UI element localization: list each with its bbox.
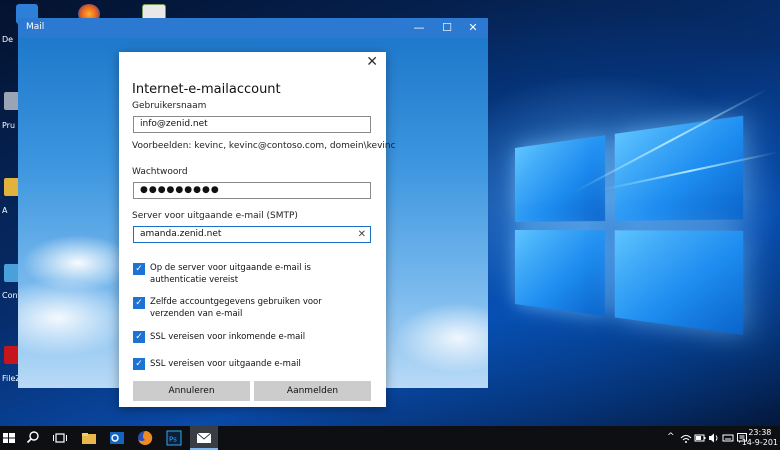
smtp-value: amanda.zenid.net — [140, 229, 222, 239]
dialog-close-button[interactable]: ✕ — [366, 55, 378, 69]
password-field[interactable]: ●●●●●●●●● — [133, 182, 371, 199]
mail-envelope-icon — [196, 432, 212, 443]
maximize-button[interactable]: ☐ — [436, 20, 458, 36]
tray-chevron-icon[interactable]: ^ — [667, 432, 675, 442]
checkbox-same-credentials-label: Zelfde accountgegevens gebruiken voor ve… — [150, 297, 322, 319]
internet-email-account-dialog: ✕ Internet-e-mailaccount Gebruikersnaam … — [119, 52, 396, 407]
keyboard-icon[interactable] — [722, 432, 734, 444]
clock-date: 14-9-201 — [741, 438, 778, 447]
windows-logo-wallpaper — [515, 114, 754, 342]
outlook-icon[interactable] — [108, 429, 126, 447]
smtp-server-field[interactable]: amanda.zenid.net ✕ — [133, 226, 371, 243]
firefox-taskbar-icon[interactable] — [136, 429, 154, 447]
taskbar: Ps ^ 23:38 14-9-201 — [0, 426, 780, 450]
checkbox-ssl-outgoing-label: SSL vereisen voor uitgaande e-mail — [150, 359, 301, 369]
checkbox-smtp-auth-label: Op de server voor uitgaande e-mail is au… — [150, 263, 311, 285]
password-value: ●●●●●●●●● — [140, 185, 220, 195]
checkbox-same-credentials[interactable]: ✓ — [133, 297, 145, 309]
task-view-icon[interactable] — [51, 429, 69, 447]
smtp-label: Server voor uitgaande e-mail (SMTP) — [132, 211, 298, 221]
username-label: Gebruikersnaam — [132, 101, 207, 111]
clock-time: 23:38 — [748, 428, 772, 437]
sign-in-button[interactable]: Aanmelden — [254, 381, 371, 401]
checkbox-ssl-incoming-label: SSL vereisen voor inkomende e-mail — [150, 332, 306, 342]
clear-icon[interactable]: ✕ — [358, 227, 366, 242]
network-icon[interactable] — [680, 432, 692, 444]
mail-taskbar-button[interactable] — [190, 426, 218, 450]
mail-titlebar[interactable]: Mail — ☐ ✕ — [18, 18, 488, 38]
password-label: Wachtwoord — [132, 167, 188, 177]
desktop-background: De Pru A Configu FileZi Mail — ☐ ✕ — [0, 0, 780, 426]
checkbox-smtp-auth[interactable]: ✓ — [133, 263, 145, 275]
username-field[interactable]: info@zenid.net — [133, 116, 371, 133]
svg-text:Ps: Ps — [169, 436, 177, 444]
minimize-button[interactable]: — — [408, 20, 430, 36]
username-hint: Voorbeelden: kevinc, kevinc@contoso.com,… — [132, 141, 396, 151]
checkbox-ssl-incoming[interactable]: ✓ — [133, 331, 145, 343]
username-value: info@zenid.net — [140, 119, 208, 129]
file-explorer-icon[interactable] — [80, 429, 98, 447]
volume-icon[interactable] — [708, 432, 720, 444]
photoshop-icon[interactable]: Ps — [165, 429, 183, 447]
dialog-title: Internet-e-mailaccount — [132, 82, 281, 97]
search-icon[interactable] — [24, 429, 42, 447]
mail-window-title: Mail — [26, 22, 45, 32]
checkbox-ssl-outgoing[interactable]: ✓ — [133, 358, 145, 370]
clock[interactable]: 23:38 14-9-201 — [742, 428, 778, 448]
start-windows-icon[interactable] — [0, 429, 18, 447]
cancel-button[interactable]: Annuleren — [133, 381, 250, 401]
battery-icon[interactable] — [694, 432, 706, 444]
close-window-button[interactable]: ✕ — [462, 20, 484, 36]
